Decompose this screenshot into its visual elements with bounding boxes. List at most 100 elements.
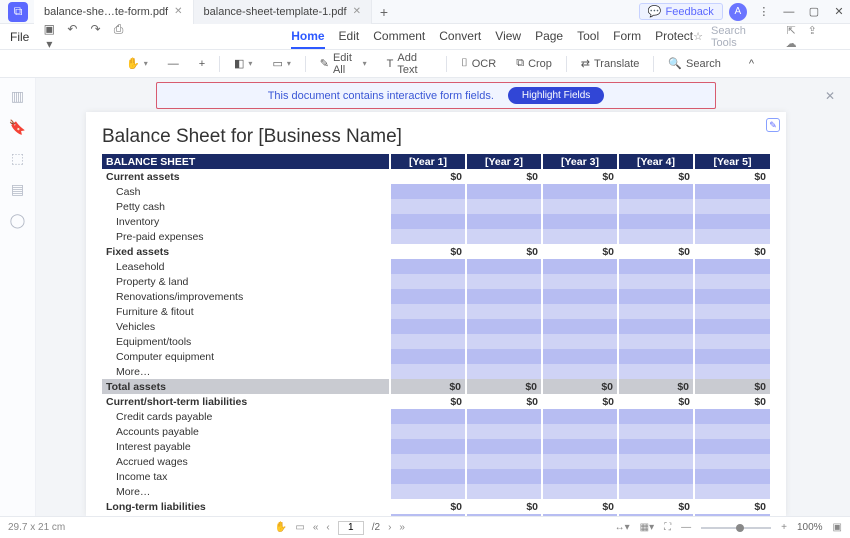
cell[interactable] (466, 304, 542, 319)
feedback-button[interactable]: 💬 Feedback (639, 3, 723, 20)
cell[interactable] (694, 334, 770, 349)
edit-all-button[interactable]: ✎ Edit All▾ (314, 50, 373, 78)
open-external-icon[interactable]: ⇱ (782, 24, 800, 37)
cell[interactable] (618, 229, 694, 244)
fit-width-icon[interactable]: ↔▾ (615, 522, 630, 533)
undo-icon[interactable]: ↶ (62, 22, 82, 36)
cell[interactable] (618, 454, 694, 469)
cell[interactable] (390, 454, 466, 469)
cell[interactable] (390, 319, 466, 334)
cell[interactable] (390, 259, 466, 274)
cell[interactable] (390, 514, 466, 516)
menu-tool[interactable]: Tool (577, 25, 599, 49)
cell[interactable] (466, 259, 542, 274)
close-tab-icon[interactable]: ✕ (353, 6, 361, 17)
menu-comment[interactable]: Comment (373, 25, 425, 49)
prev-page-icon[interactable]: ‹ (326, 522, 329, 533)
cell[interactable] (694, 514, 770, 516)
cell[interactable] (618, 214, 694, 229)
cell[interactable] (618, 304, 694, 319)
document-tab[interactable]: balance-sheet-template-1.pdf ✕ (194, 0, 372, 24)
view-mode-icon[interactable]: ▦▾ (640, 522, 654, 533)
cell[interactable] (390, 439, 466, 454)
cell[interactable] (694, 364, 770, 379)
collapse-ribbon-icon[interactable]: ^ (743, 56, 760, 72)
cell[interactable] (466, 484, 542, 499)
cell[interactable] (542, 409, 618, 424)
cell[interactable] (542, 454, 618, 469)
cell[interactable] (694, 349, 770, 364)
cell[interactable] (542, 304, 618, 319)
zoom-out-icon[interactable]: — (681, 522, 691, 533)
minimize-icon[interactable]: — (778, 6, 800, 18)
print-icon[interactable]: ⎙ (109, 22, 129, 37)
cell[interactable] (694, 184, 770, 199)
cell[interactable] (694, 469, 770, 484)
cell[interactable] (466, 289, 542, 304)
cell[interactable] (618, 184, 694, 199)
cell[interactable] (542, 349, 618, 364)
thumbnails-icon[interactable]: ▥ (11, 88, 24, 105)
cell[interactable] (618, 199, 694, 214)
document-canvas[interactable]: This document contains interactive form … (36, 78, 836, 516)
cell[interactable] (542, 514, 618, 516)
cell[interactable] (542, 229, 618, 244)
cell[interactable] (390, 469, 466, 484)
cell[interactable] (390, 364, 466, 379)
fullscreen-icon[interactable]: ⛶ (664, 522, 671, 533)
cell[interactable] (542, 484, 618, 499)
cell[interactable] (694, 229, 770, 244)
cell[interactable] (618, 289, 694, 304)
close-tab-icon[interactable]: ✕ (174, 6, 182, 17)
redo-icon[interactable]: ↷ (85, 22, 105, 36)
cell[interactable] (466, 319, 542, 334)
cell[interactable] (466, 184, 542, 199)
cell[interactable] (390, 424, 466, 439)
crop-button[interactable]: ⧉ Crop (510, 55, 558, 72)
cell[interactable] (466, 199, 542, 214)
select-icon[interactable]: ▭ (295, 522, 304, 533)
next-page-icon[interactable]: › (388, 522, 391, 533)
cell[interactable] (618, 409, 694, 424)
share-icon[interactable]: ⇪ (803, 24, 821, 37)
cell[interactable] (694, 214, 770, 229)
cell[interactable] (618, 484, 694, 499)
cell[interactable] (542, 184, 618, 199)
search-button[interactable]: 🔍 Search (662, 55, 727, 72)
cell[interactable] (390, 214, 466, 229)
cell[interactable] (466, 424, 542, 439)
more-icon[interactable]: ⋮ (753, 5, 775, 18)
cell[interactable] (466, 364, 542, 379)
cell[interactable] (390, 184, 466, 199)
add-text-button[interactable]: T Add Text (381, 50, 439, 78)
cell[interactable] (694, 289, 770, 304)
cell[interactable] (542, 439, 618, 454)
cell[interactable] (542, 289, 618, 304)
cell[interactable] (466, 439, 542, 454)
cell[interactable] (618, 349, 694, 364)
cell[interactable] (618, 424, 694, 439)
shape-tool[interactable]: ▭▾ (266, 55, 296, 72)
maximize-icon[interactable]: ▢ (803, 5, 825, 18)
cell[interactable] (618, 259, 694, 274)
cell[interactable] (694, 439, 770, 454)
new-tab-button[interactable]: + (372, 4, 396, 20)
cloud-icon[interactable]: ☁ (782, 37, 800, 50)
star-icon[interactable]: ☆ (693, 30, 703, 43)
menu-home[interactable]: Home (291, 25, 324, 49)
cell[interactable] (542, 424, 618, 439)
cell[interactable] (618, 334, 694, 349)
save-icon[interactable]: ▣ (39, 22, 59, 36)
cell[interactable] (542, 319, 618, 334)
cell[interactable] (694, 274, 770, 289)
cell[interactable] (466, 349, 542, 364)
hand-icon[interactable]: ✋ (275, 522, 287, 533)
document-tab-active[interactable]: balance-she…te-form.pdf ✕ (34, 0, 194, 24)
zoom-plus[interactable]: + (193, 56, 211, 72)
translate-button[interactable]: ⇄ Translate (575, 55, 646, 72)
cell[interactable] (542, 274, 618, 289)
search-tools-input[interactable]: Search Tools (711, 25, 774, 49)
zoom-minus[interactable]: — (162, 56, 185, 72)
highlight-fields-button[interactable]: Highlight Fields (508, 87, 604, 104)
cell[interactable] (390, 229, 466, 244)
